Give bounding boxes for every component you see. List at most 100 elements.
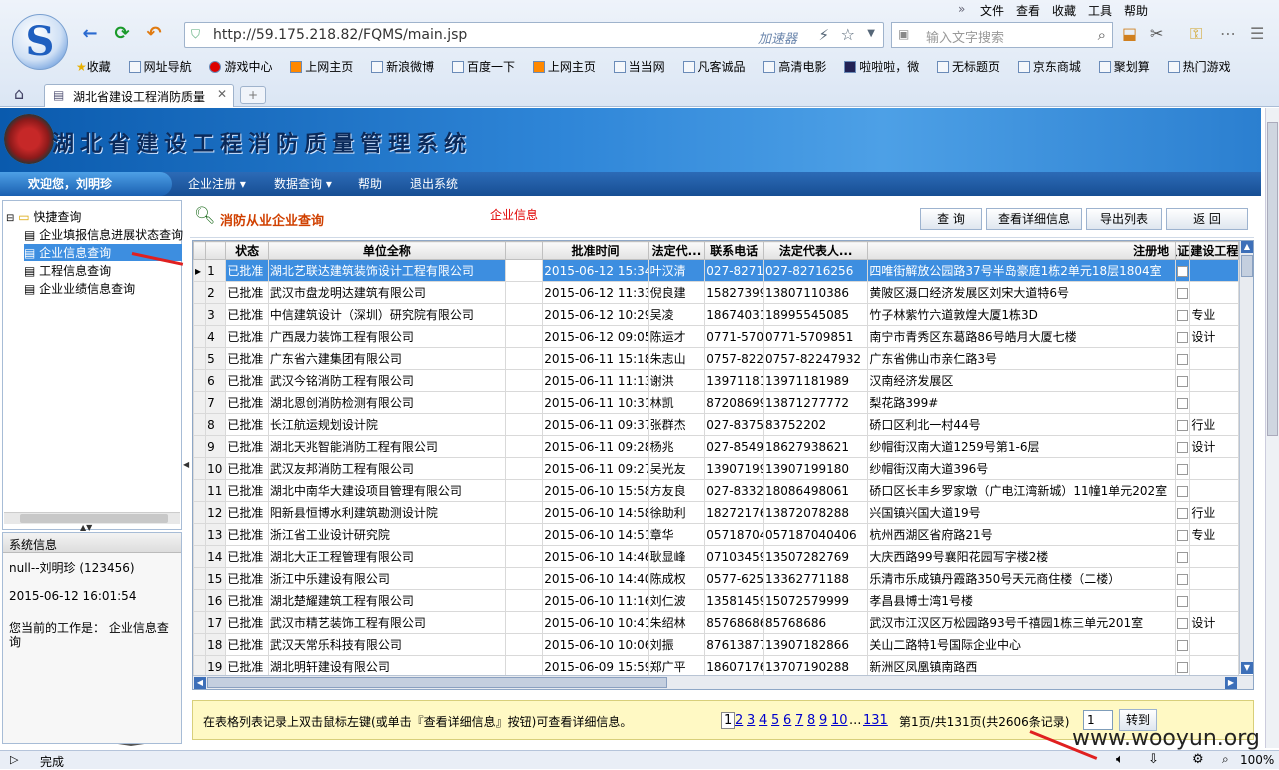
- checkbox[interactable]: [1177, 441, 1189, 453]
- page-link[interactable]: 7: [795, 713, 803, 728]
- page-link[interactable]: 2: [735, 713, 743, 728]
- back-icon[interactable]: ←: [78, 22, 102, 46]
- settings-icon[interactable]: ⚙: [1192, 752, 1204, 767]
- cert-checkbox-cell[interactable]: [1175, 435, 1191, 458]
- table-row[interactable]: 17已批准武汉市精艺装饰工程有限公司 2015-06-10 10:41:08朱绍林…: [193, 611, 1239, 634]
- col-header[interactable]: 联系电话: [704, 241, 765, 260]
- menu-file[interactable]: 文件: [980, 2, 1004, 19]
- download-icon[interactable]: ⇩: [1148, 752, 1159, 767]
- browser-tab[interactable]: ▤ 湖北省建设工程消防质量 ✕: [44, 84, 234, 107]
- cert-checkbox-cell[interactable]: [1175, 633, 1191, 656]
- bookmark-item[interactable]: 百度一下: [451, 56, 515, 78]
- checkbox[interactable]: [1177, 309, 1189, 321]
- checkbox[interactable]: [1177, 595, 1189, 607]
- menu-icon[interactable]: ☰: [1250, 24, 1264, 43]
- cert-checkbox-cell[interactable]: [1175, 567, 1191, 590]
- bookmark-item[interactable]: 无标题页: [937, 56, 1000, 78]
- page-link[interactable]: 6: [783, 713, 791, 728]
- table-row[interactable]: 13已批准浙江省工业设计研究院2015-06-10 14:51:57章华0571…: [193, 523, 1239, 546]
- scroll-down-icon[interactable]: ▼: [1241, 662, 1253, 674]
- checkbox[interactable]: [1177, 419, 1189, 431]
- bookmark-item[interactable]: 当当网: [613, 56, 665, 78]
- nav-enterprise-register[interactable]: 企业注册 ▾: [188, 172, 246, 196]
- accelerator-label[interactable]: 加速器: [758, 28, 797, 47]
- home-icon[interactable]: ⌂: [14, 84, 24, 103]
- col-header[interactable]: 法定代表人...: [763, 241, 869, 260]
- close-tab-icon[interactable]: ✕: [217, 87, 227, 101]
- col-header[interactable]: 单位全称: [267, 241, 506, 260]
- page-link[interactable]: 4: [759, 713, 767, 728]
- bookmark-item[interactable]: 热门游戏: [1167, 56, 1231, 78]
- scroll-thumb[interactable]: [207, 677, 667, 688]
- sound-icon[interactable]: 🔈︎: [1116, 752, 1124, 767]
- nav-logout[interactable]: 退出系统: [410, 172, 458, 196]
- sidebar-item-performance[interactable]: ▤ 企业业绩信息查询: [24, 280, 135, 297]
- bookmark-item[interactable]: 京东商城: [1017, 56, 1081, 78]
- page-link[interactable]: 8: [807, 713, 815, 728]
- table-row[interactable]: 9已批准湖北天兆智能消防工程有限公司 2015-06-11 09:28:26杨兆0…: [193, 435, 1239, 458]
- collapse-sidebar-icon[interactable]: ◀: [183, 460, 189, 469]
- table-row[interactable]: 5已批准广东省六建集团有限公司2015-06-11 15:18:56朱志山075…: [193, 347, 1239, 370]
- checkbox[interactable]: [1177, 331, 1189, 343]
- export-button[interactable]: 导出列表: [1086, 208, 1162, 230]
- new-tab-button[interactable]: +: [240, 86, 266, 104]
- scroll-thumb[interactable]: [1241, 255, 1253, 277]
- search-box[interactable]: ▣ 输入文字搜索 ⌕: [891, 22, 1113, 48]
- cert-checkbox-cell[interactable]: [1175, 259, 1191, 282]
- scroll-thumb[interactable]: [1267, 122, 1278, 436]
- cert-checkbox-cell[interactable]: [1175, 303, 1191, 326]
- grid-vscroll[interactable]: ▲ ▼: [1239, 241, 1253, 674]
- menu-view[interactable]: 查看: [1016, 2, 1040, 19]
- cert-checkbox-cell[interactable]: [1175, 523, 1191, 546]
- cert-checkbox-cell[interactable]: [1175, 325, 1191, 348]
- page-link-current[interactable]: 1: [721, 712, 736, 729]
- table-row[interactable]: 4已批准广西晟力装饰工程有限公司2015-06-12 09:05:42陈运才07…: [193, 325, 1239, 348]
- checkbox[interactable]: [1177, 265, 1189, 277]
- table-row[interactable]: 10已批准武汉友邦消防工程有限公司2015-06-11 09:27:57吴光友1…: [193, 457, 1239, 480]
- search-icon[interactable]: ⌕: [1098, 26, 1106, 44]
- checkbox[interactable]: [1177, 529, 1189, 541]
- table-row[interactable]: 6已批准武汉今铭消防工程有限公司2015-06-11 11:13:28谢洪139…: [193, 369, 1239, 392]
- bookmark-item[interactable]: 高清电影: [763, 56, 826, 78]
- cert-checkbox-cell[interactable]: [1175, 413, 1191, 436]
- col-header[interactable]: 尚未取得消防资质认证: [1175, 241, 1191, 260]
- page-link-last[interactable]: 131: [863, 713, 888, 728]
- menu-favorites[interactable]: 收藏: [1052, 2, 1076, 19]
- menu-help[interactable]: 帮助: [1124, 2, 1148, 19]
- cert-checkbox-cell[interactable]: [1175, 611, 1191, 634]
- table-row[interactable]: ▸1已批准湖北艺联达建筑装饰设计工程有限公司 2015-06-12 15:34:5…: [193, 259, 1239, 282]
- table-row[interactable]: 16已批准湖北楚耀建筑工程有限公司2015-06-10 11:16:53刘仁波1…: [193, 589, 1239, 612]
- sidebar-item-progress[interactable]: ▤ 企业填报信息进展状态查询: [24, 226, 183, 243]
- scroll-thumb[interactable]: [20, 514, 168, 523]
- bookmark-item[interactable]: 游戏中心: [209, 56, 272, 78]
- back-button[interactable]: 返 回: [1166, 208, 1248, 230]
- table-row[interactable]: 8已批准长江航运规划设计院 2015-06-11 09:37:38张群杰027-8…: [193, 413, 1239, 436]
- bookmark-item[interactable]: 聚划算: [1098, 56, 1150, 78]
- key-icon[interactable]: ⚿: [1190, 24, 1202, 44]
- page-link[interactable]: 9: [819, 713, 827, 728]
- checkbox[interactable]: [1177, 485, 1189, 497]
- checkbox[interactable]: [1177, 551, 1189, 563]
- menu-tools[interactable]: 工具: [1088, 2, 1112, 19]
- more-icon[interactable]: ⋯: [1220, 24, 1236, 43]
- page-vscroll[interactable]: [1265, 108, 1279, 748]
- checkbox[interactable]: [1177, 375, 1189, 387]
- checkbox[interactable]: [1177, 639, 1189, 651]
- splitter-handle-icon[interactable]: ▲▼: [80, 523, 92, 532]
- bookmark-item[interactable]: 啦啦啦，微: [844, 56, 919, 78]
- checkbox[interactable]: [1177, 353, 1189, 365]
- checkbox[interactable]: [1177, 661, 1189, 673]
- checkbox[interactable]: [1177, 617, 1189, 629]
- col-header[interactable]: 建设工程设: [1189, 241, 1239, 260]
- cert-checkbox-cell[interactable]: [1175, 589, 1191, 612]
- col-header[interactable]: 注册地: [867, 241, 1177, 260]
- table-row[interactable]: 12已批准阳新县恒博水利建筑勘测设计院 2015-06-10 14:58:11徐助…: [193, 501, 1239, 524]
- page-link[interactable]: 5: [771, 713, 779, 728]
- scroll-left-icon[interactable]: ◀: [194, 677, 206, 689]
- tree-root[interactable]: ⊟ ▭ 快捷查询: [6, 208, 81, 225]
- address-bar[interactable]: ⛉ http://59.175.218.82/FQMS/main.jsp 加速器…: [184, 22, 884, 48]
- scroll-right-icon[interactable]: ▶: [1225, 677, 1237, 689]
- query-button[interactable]: 查 询: [920, 208, 982, 230]
- table-row[interactable]: 3已批准中信建筑设计（深圳）研究院有限公司 2015-06-12 10:29:53…: [193, 303, 1239, 326]
- nav-help[interactable]: 帮助: [358, 172, 382, 196]
